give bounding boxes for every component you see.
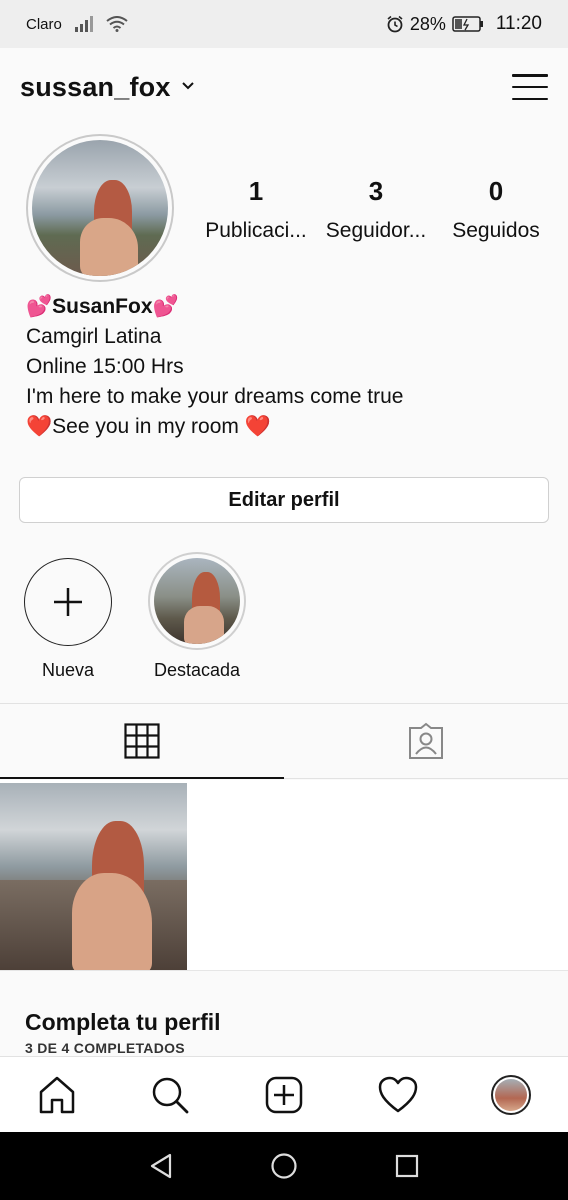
- stat-following[interactable]: 0 Seguidos: [436, 176, 556, 243]
- post-thumbnail[interactable]: [0, 783, 187, 970]
- nav-home[interactable]: [0, 1075, 114, 1115]
- alarm-icon: [386, 15, 404, 33]
- stat-label: Seguidor...: [325, 219, 427, 242]
- highlight-label: Nueva: [41, 660, 95, 680]
- complete-profile-progress: 3 DE 4 COMPLETADOS: [25, 1040, 185, 1056]
- stat-value: 1: [248, 176, 264, 206]
- back-icon[interactable]: [148, 1152, 174, 1180]
- nav-activity[interactable]: [341, 1076, 455, 1114]
- profile-tabs: [0, 703, 568, 779]
- hamburger-menu-icon[interactable]: [512, 72, 548, 102]
- bio-line: Online 15:00 Hrs: [26, 355, 184, 378]
- profile-bio: 💕SusanFox💕 Camgirl Latina Online 15:00 H…: [26, 292, 546, 442]
- bio-line: I'm here to make your dreams come true: [26, 385, 404, 408]
- stat-posts[interactable]: 1 Publicaci...: [196, 176, 316, 243]
- carrier-label: Claro: [26, 15, 62, 33]
- highlight-cover: [148, 552, 246, 650]
- home-icon: [39, 1076, 75, 1113]
- tab-grid[interactable]: [0, 704, 284, 779]
- posts-grid: [0, 780, 568, 970]
- battery-percent: 28%: [409, 13, 446, 34]
- highlight-new[interactable]: Nueva: [3, 552, 133, 681]
- stat-value: 3: [368, 176, 384, 206]
- home-circle-icon[interactable]: [270, 1152, 298, 1180]
- nav-add-post[interactable]: [227, 1075, 341, 1115]
- clock: 11:20: [495, 13, 542, 34]
- complete-profile-title: Completa tu perfil: [25, 1009, 221, 1035]
- plus-icon: [54, 588, 82, 616]
- avatar-photo: [32, 140, 168, 276]
- status-bar: Claro 28% 11:20: [0, 0, 568, 48]
- stat-value: 0: [488, 176, 504, 206]
- complete-profile-section: Completa tu perfil 3 DE 4 COMPLETADOS: [0, 970, 568, 1056]
- profile-avatar[interactable]: [26, 134, 174, 282]
- tagged-person-icon: [409, 722, 443, 759]
- highlight-featured[interactable]: Destacada: [132, 552, 262, 681]
- heart-icon: [378, 1076, 417, 1112]
- search-icon: [153, 1077, 189, 1113]
- nav-profile[interactable]: [454, 1074, 568, 1115]
- highlight-label: Destacada: [153, 660, 241, 680]
- tab-tagged[interactable]: [284, 704, 568, 778]
- nav-search[interactable]: [114, 1075, 228, 1115]
- profile-header: sussan_fox: [0, 48, 568, 126]
- recents-icon[interactable]: [394, 1153, 420, 1179]
- stat-label: Publicaci...: [205, 219, 307, 242]
- chevron-down-icon[interactable]: [181, 78, 195, 96]
- bio-line: ❤️See you in my room ❤️: [26, 415, 271, 438]
- profile-stats: 1 Publicaci... 3 Seguidor... 0 Seguidos: [196, 176, 556, 243]
- wifi-icon: [106, 16, 128, 32]
- bottom-navigation: [0, 1056, 568, 1132]
- system-navigation-bar: [0, 1132, 568, 1200]
- add-highlight-button[interactable]: [24, 558, 112, 646]
- edit-profile-button[interactable]: Editar perfil: [19, 477, 549, 523]
- signal-icon: [74, 16, 94, 32]
- grid-icon: [124, 723, 160, 759]
- add-post-icon: [265, 1076, 303, 1113]
- username[interactable]: sussan_fox: [20, 72, 171, 103]
- battery-icon: [452, 16, 484, 32]
- display-name: 💕SusanFox💕: [26, 295, 179, 318]
- bio-line: Camgirl Latina: [26, 325, 162, 348]
- story-highlights: Nueva Destacada: [0, 552, 568, 682]
- stat-label: Seguidos: [452, 219, 540, 242]
- stat-followers[interactable]: 3 Seguidor...: [316, 176, 436, 243]
- profile-avatar-small: [491, 1074, 532, 1115]
